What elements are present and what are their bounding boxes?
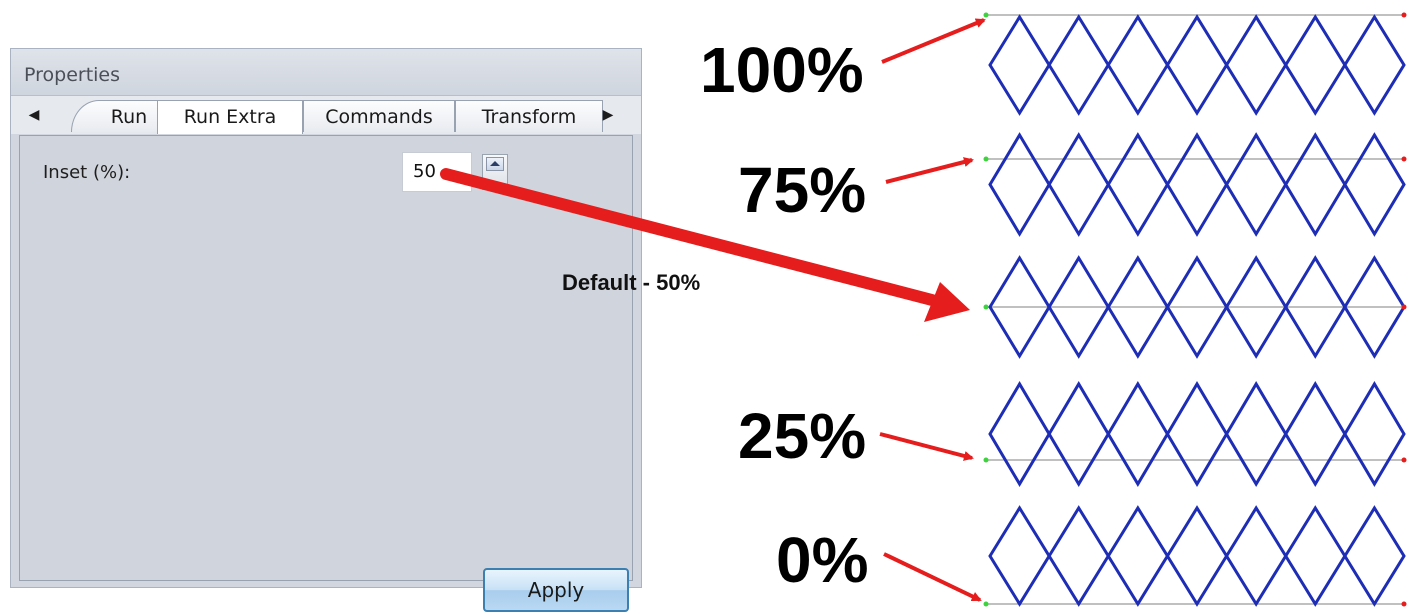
diamond-shape (1106, 132, 1170, 237)
end-point (1401, 304, 1407, 310)
diamond-shape (1047, 132, 1111, 237)
diamond-shape (1047, 14, 1111, 116)
end-point (1401, 601, 1407, 607)
start-point (983, 601, 989, 607)
diamond-shape (1106, 14, 1170, 116)
diamond-shape (1283, 505, 1347, 607)
diamond-shape (1224, 14, 1288, 116)
diamond-shape (1224, 132, 1288, 237)
diamond-shape (1283, 381, 1347, 487)
row-25 (983, 381, 1407, 487)
start-point (983, 156, 989, 162)
inset-diagrams (440, 12, 1407, 607)
diamond-shape (1106, 505, 1170, 607)
arrow-100 (881, 18, 986, 64)
start-point (983, 457, 989, 463)
tab-run-extra[interactable]: Run Extra (157, 100, 303, 134)
diamond-shape (1224, 381, 1288, 487)
diamond-shape (988, 132, 1051, 237)
diamond-shape (988, 14, 1051, 116)
diamond-shape (1165, 505, 1229, 607)
row-100 (983, 12, 1407, 116)
arrow-default-shaft (440, 168, 938, 306)
diamond-shape (1343, 14, 1406, 116)
arrow-25 (879, 432, 974, 461)
end-point (1401, 12, 1407, 18)
start-point (983, 304, 989, 310)
end-point (1401, 457, 1407, 463)
diamond-shape (1343, 505, 1406, 607)
diamond-shape (988, 505, 1051, 607)
diamond-shape (1106, 381, 1170, 487)
diamond-shape (1165, 381, 1229, 487)
start-point (983, 12, 989, 18)
arrow-0 (883, 552, 982, 602)
diamond-shape (988, 381, 1051, 487)
end-point (1401, 156, 1407, 162)
row-50 (983, 255, 1407, 359)
arrow-default (440, 168, 970, 322)
diamond-shape (1343, 132, 1406, 237)
diamond-shape (1283, 132, 1347, 237)
diamond-shape (1283, 14, 1347, 116)
row-0 (983, 505, 1407, 607)
diamond-shape (1224, 505, 1288, 607)
diamond-shape (1165, 132, 1229, 237)
arrow-75 (885, 157, 974, 184)
diamond-shape (1343, 381, 1406, 487)
row-75 (983, 132, 1407, 237)
diamond-shape (1047, 381, 1111, 487)
diamond-shape (1047, 505, 1111, 607)
diamond-shape (1165, 14, 1229, 116)
